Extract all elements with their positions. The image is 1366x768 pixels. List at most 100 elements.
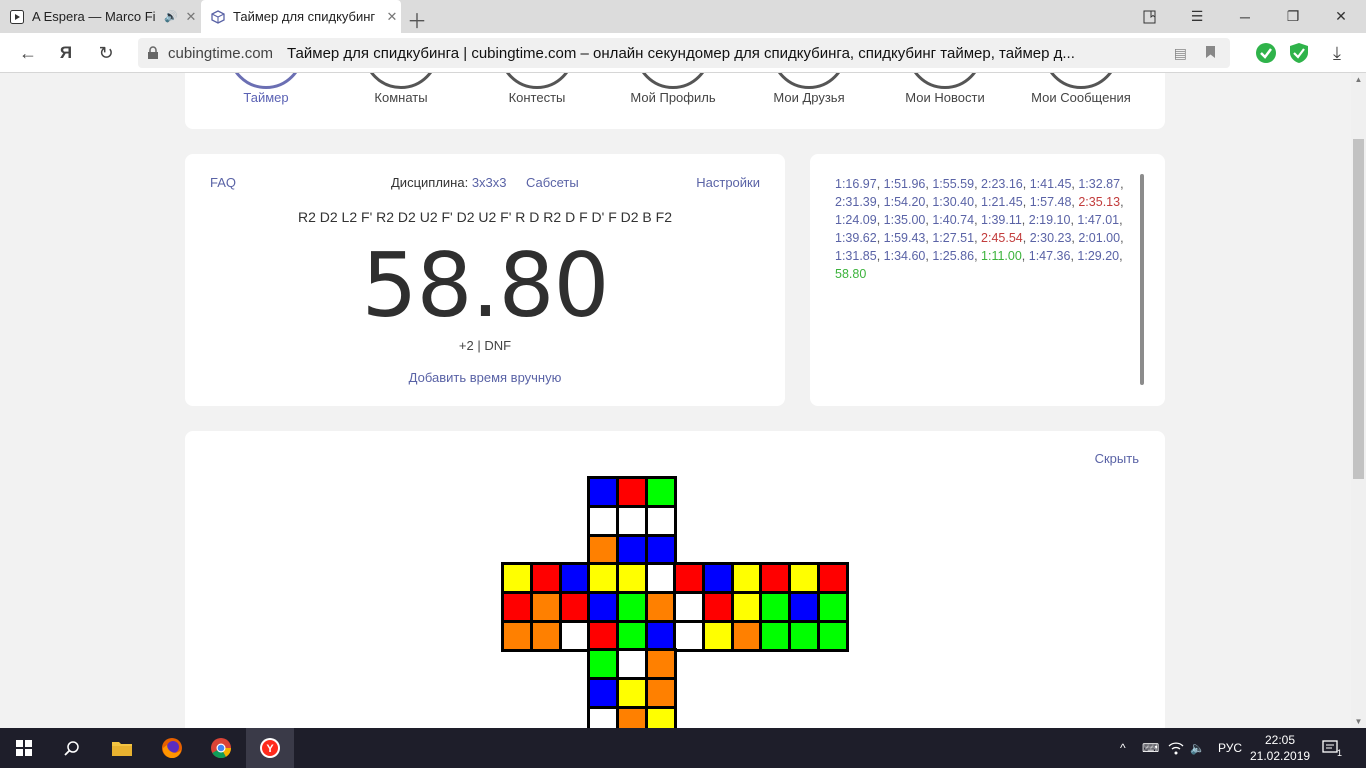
solve-time[interactable]: 1:21.45 — [981, 195, 1023, 209]
subsets-link[interactable]: Сабсеты — [526, 175, 579, 190]
yandex-browser-icon[interactable]: Y — [246, 728, 294, 768]
timer-display[interactable]: 58.80 — [185, 234, 785, 337]
cube-sticker — [589, 564, 617, 592]
cube-face-back — [759, 562, 849, 652]
cube-sticker — [618, 593, 646, 621]
solve-time[interactable]: 1:32.87 — [1078, 177, 1120, 191]
solve-time[interactable]: 1:16.97 — [835, 177, 877, 191]
scroll-up-icon[interactable]: ▲ — [1351, 75, 1366, 84]
solve-time[interactable]: 2:45.54 — [981, 231, 1023, 245]
tab-timer[interactable]: Таймер для спидкубинг ✕ — [201, 0, 401, 33]
solve-time[interactable]: 2:19.10 — [1029, 213, 1071, 227]
adblock-shield-icon[interactable] — [1287, 41, 1311, 65]
notifications-icon[interactable]: 1 — [1322, 728, 1342, 768]
solve-time[interactable]: 1:47.01 — [1077, 213, 1119, 227]
cube-sticker — [704, 564, 732, 592]
tray-chevron-icon[interactable]: ^ — [1120, 728, 1126, 768]
add-time-manually-link[interactable]: Добавить время вручную — [185, 370, 785, 385]
speaker-icon[interactable]: 🔊 — [164, 10, 178, 23]
cube-sticker — [647, 650, 675, 678]
reader-mode-icon[interactable]: ▤ — [1174, 45, 1187, 62]
clock[interactable]: 22:05 21.02.2019 — [1250, 732, 1310, 764]
file-explorer-icon[interactable] — [98, 728, 146, 768]
solve-time[interactable]: 1:39.62 — [835, 231, 877, 245]
menu-icon[interactable]: ☰ — [1174, 0, 1220, 33]
times-scrollbar[interactable] — [1140, 174, 1144, 385]
discipline-value[interactable]: 3x3x3 — [472, 175, 507, 190]
solve-time[interactable]: 1:47.36 — [1029, 249, 1071, 263]
menu-item-timer[interactable]: Таймер — [201, 73, 331, 129]
url-domain: cubingtime.com — [168, 44, 274, 62]
solve-time[interactable]: 1:54.20 — [884, 195, 926, 209]
minimize-icon[interactable]: ─ — [1222, 0, 1268, 33]
search-icon[interactable] — [48, 728, 96, 768]
solve-time[interactable]: 1:51.96 — [884, 177, 926, 191]
protect-check-icon[interactable] — [1254, 41, 1278, 65]
lock-icon[interactable] — [138, 46, 168, 60]
settings-link[interactable]: Настройки — [696, 175, 760, 190]
menu-item-contests[interactable]: Контесты — [472, 73, 602, 129]
menu-item-profile[interactable]: Мой Профиль — [608, 73, 738, 129]
back-icon[interactable]: ← — [10, 33, 46, 73]
cube-sticker — [647, 622, 675, 650]
solve-time[interactable]: 1:55.59 — [932, 177, 974, 191]
solve-time[interactable]: 1:34.60 — [884, 249, 926, 263]
page-content: Таймер Комнаты Контесты Мой Профиль Мои … — [0, 73, 1351, 728]
menu-item-news[interactable]: Мои Новости — [880, 73, 1010, 129]
menu-item-friends[interactable]: Мои Друзья — [744, 73, 874, 129]
language-indicator[interactable]: РУС — [1218, 728, 1242, 768]
windows-start-icon[interactable] — [0, 728, 48, 768]
solve-time[interactable]: 2:35.13 — [1078, 195, 1120, 209]
solve-time[interactable]: 1:29.20 — [1077, 249, 1119, 263]
discipline-selector[interactable]: Дисциплина: 3x3x3 — [391, 175, 507, 190]
scrollbar-thumb[interactable] — [1353, 139, 1364, 479]
solve-time[interactable]: 1:24.09 — [835, 213, 877, 227]
solve-time[interactable]: 2:31.39 — [835, 195, 877, 209]
faq-link[interactable]: FAQ — [210, 175, 236, 190]
yandex-icon[interactable]: Я — [48, 33, 84, 73]
solve-time[interactable]: 58.80 — [835, 267, 866, 281]
solve-time[interactable]: 1:25.86 — [932, 249, 974, 263]
cube-sticker — [761, 622, 789, 650]
close-tab-icon[interactable]: ✕ — [383, 9, 401, 25]
solve-time[interactable]: 1:40.74 — [932, 213, 974, 227]
solve-time[interactable]: 2:23.16 — [981, 177, 1023, 191]
messages-icon — [1043, 73, 1119, 89]
solve-time[interactable]: 2:01.00 — [1078, 231, 1120, 245]
solve-time[interactable]: 1:27.51 — [932, 231, 974, 245]
page-scrollbar[interactable]: ▲ ▼ — [1351, 73, 1366, 728]
cube-icon — [211, 9, 225, 24]
firefox-icon[interactable] — [148, 728, 196, 768]
url-box[interactable]: cubingtime.com Таймер для спидкубинга | … — [138, 38, 1230, 68]
download-icon[interactable]: ⤓ — [1325, 41, 1349, 65]
solve-time[interactable]: 1:30.40 — [932, 195, 974, 209]
reload-icon[interactable]: ↻ — [88, 33, 124, 73]
volume-icon[interactable]: 🔈 — [1190, 728, 1205, 768]
news-icon — [907, 73, 983, 89]
bookmark-icon[interactable] — [1205, 45, 1216, 62]
solve-time[interactable]: 1:11.00 — [981, 249, 1022, 263]
solve-time[interactable]: 2:30.23 — [1030, 231, 1072, 245]
menu-item-messages[interactable]: Мои Сообщения — [1016, 73, 1146, 129]
hide-cube-link[interactable]: Скрыть — [1095, 451, 1139, 466]
bookmark-manager-icon[interactable] — [1127, 0, 1173, 33]
penalty-options[interactable]: +2 | DNF — [185, 338, 785, 353]
solve-time[interactable]: 1:59.43 — [884, 231, 926, 245]
solve-time[interactable]: 1:35.00 — [884, 213, 926, 227]
solve-time[interactable]: 1:57.48 — [1030, 195, 1072, 209]
menu-item-rooms[interactable]: Комнаты — [336, 73, 466, 129]
new-tab-icon[interactable]: ＋ — [407, 5, 427, 34]
close-window-icon[interactable]: ✕ — [1318, 0, 1364, 33]
cube-sticker — [733, 622, 761, 650]
discipline-label: Дисциплина: — [391, 175, 469, 190]
scroll-down-icon[interactable]: ▼ — [1351, 717, 1366, 726]
solve-time[interactable]: 1:31.85 — [835, 249, 877, 263]
solve-time[interactable]: 1:41.45 — [1030, 177, 1072, 191]
network-icon[interactable] — [1168, 728, 1184, 768]
restore-icon[interactable]: ❐ — [1270, 0, 1316, 33]
solve-time[interactable]: 1:39.11 — [981, 213, 1022, 227]
keyboard-icon[interactable]: ⌨ — [1142, 728, 1159, 768]
close-tab-icon[interactable]: ✕ — [182, 9, 200, 25]
chrome-icon[interactable] — [197, 728, 245, 768]
tab-music[interactable]: A Espera — Marco Fi 🔊 ✕ — [0, 0, 200, 33]
